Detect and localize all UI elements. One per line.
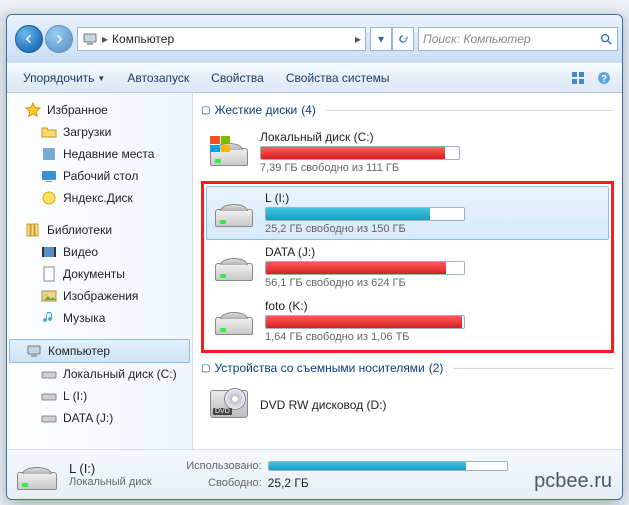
free-label: Свободно:: [172, 477, 262, 489]
drive-item[interactable]: Локальный диск (C:) 7,39 ГБ свободно из 1…: [201, 125, 618, 179]
breadcrumb[interactable]: ▸ Компьютер ▸: [77, 27, 366, 51]
sidebar-item-music[interactable]: Музыка: [7, 307, 192, 329]
section-removable[interactable]: ▢ Устройства со съемными носителями (2): [197, 359, 618, 377]
drive-item[interactable]: foto (K:) 1,64 ГБ свободно из 1,06 ТБ: [206, 294, 609, 348]
svg-text:?: ?: [601, 74, 607, 85]
drive-status: 56,1 ГБ свободно из 624 ГБ: [265, 277, 602, 289]
breadcrumb-path[interactable]: Компьютер: [112, 32, 351, 46]
drive-icon: [41, 388, 57, 404]
sidebar-item-disk-i[interactable]: L (I:): [7, 385, 192, 407]
back-button[interactable]: [15, 25, 43, 53]
drive-name: L (I:): [265, 191, 602, 205]
watermark: pcbee.ru: [534, 470, 612, 493]
system-properties-button[interactable]: Свойства системы: [276, 67, 400, 89]
details-title: L (I:): [69, 461, 152, 476]
drive-item[interactable]: L (I:) 25,2 ГБ свободно из 150 ГБ: [206, 186, 609, 240]
video-icon: [41, 244, 57, 260]
free-value: 25,2 ГБ: [268, 476, 309, 490]
music-icon: [41, 310, 57, 326]
drive-name: DATA (J:): [265, 245, 602, 259]
sidebar: Избранное Загрузки Недавние места Рабочи…: [7, 93, 193, 449]
drive-status: 7,39 ГБ свободно из 111 ГБ: [260, 162, 611, 174]
refresh-button[interactable]: [392, 27, 414, 51]
capacity-bar: [265, 315, 465, 329]
sidebar-item-yandexdisk[interactable]: Яндекс.Диск: [7, 187, 192, 209]
computer-icon: [26, 343, 42, 359]
collapse-icon: ▢: [201, 363, 210, 374]
computer-icon: [82, 31, 98, 47]
toolbar: Упорядочить▼ Автозапуск Свойства Свойств…: [7, 63, 622, 93]
hdd-icon: [213, 249, 255, 285]
sidebar-item-desktop[interactable]: Рабочий стол: [7, 165, 192, 187]
hdd-icon: [213, 195, 255, 231]
sidebar-item-documents[interactable]: Документы: [7, 263, 192, 285]
drive-status: 1,64 ГБ свободно из 1,06 ТБ: [265, 331, 602, 343]
sidebar-libraries[interactable]: Библиотеки: [7, 219, 192, 241]
desktop-icon: [41, 168, 57, 184]
capacity-bar: [260, 146, 460, 160]
chevron-right-icon: ▸: [102, 32, 108, 46]
drive-item-dvd[interactable]: DVD DVD RW дисковод (D:): [201, 383, 618, 429]
autorun-button[interactable]: Автозапуск: [117, 67, 199, 89]
highlight-annotation: L (I:) 25,2 ГБ свободно из 150 ГБ DATA (J:…: [201, 181, 614, 353]
sidebar-item-video[interactable]: Видео: [7, 241, 192, 263]
sidebar-item-disk-c[interactable]: Локальный диск (C:): [7, 363, 192, 385]
capacity-bar: [265, 207, 465, 221]
drive-status: 25,2 ГБ свободно из 150 ГБ: [265, 223, 602, 235]
forward-button[interactable]: [45, 25, 73, 53]
chevron-right-icon: ▸: [355, 32, 361, 46]
hdd-icon: [213, 303, 255, 339]
sidebar-item-recent[interactable]: Недавние места: [7, 143, 192, 165]
dvd-icon: DVD: [208, 388, 250, 424]
capacity-bar: [265, 261, 465, 275]
section-hard-drives[interactable]: ▢ Жесткие диски (4): [197, 101, 618, 119]
used-label: Использовано:: [172, 460, 262, 472]
view-button[interactable]: [566, 66, 590, 90]
folder-icon: [41, 124, 57, 140]
drive-name: Локальный диск (C:): [260, 130, 611, 144]
documents-icon: [41, 266, 57, 282]
search-input[interactable]: Поиск: Компьютер: [418, 27, 618, 51]
organize-button[interactable]: Упорядочить▼: [13, 67, 115, 89]
sidebar-item-images[interactable]: Изображения: [7, 285, 192, 307]
details-subtitle: Локальный диск: [69, 476, 152, 488]
titlebar: ▸ Компьютер ▸ ▾ Поиск: Компьютер: [7, 15, 622, 63]
sidebar-favorites[interactable]: Избранное: [7, 99, 192, 121]
recent-icon: [41, 146, 57, 162]
star-icon: [25, 102, 41, 118]
drive-item[interactable]: DATA (J:) 56,1 ГБ свободно из 624 ГБ: [206, 240, 609, 294]
drive-icon: [15, 456, 59, 494]
search-placeholder: Поиск: Компьютер: [423, 32, 595, 46]
history-dropdown[interactable]: ▾: [370, 27, 392, 51]
images-icon: [41, 288, 57, 304]
drive-icon: [41, 410, 57, 426]
properties-button[interactable]: Свойства: [201, 67, 274, 89]
main-content: ▢ Жесткие диски (4) Локальный диск (C:) 7…: [193, 93, 622, 449]
drive-icon: [41, 366, 57, 382]
drive-name: foto (K:): [265, 299, 602, 313]
sidebar-computer[interactable]: Компьютер: [9, 339, 190, 363]
library-icon: [25, 222, 41, 238]
usage-bar: [268, 461, 508, 471]
yandex-icon: [41, 190, 57, 206]
details-pane: L (I:) Локальный диск Использовано: Своб…: [7, 449, 622, 499]
help-button[interactable]: ?: [592, 66, 616, 90]
explorer-window: ─ ☐ ✕ ▸ Компьютер ▸ ▾ Поиск: Компьютер: [6, 14, 623, 500]
hdd-icon: [208, 134, 250, 170]
collapse-icon: ▢: [201, 105, 210, 116]
search-icon: [599, 32, 613, 46]
sidebar-item-downloads[interactable]: Загрузки: [7, 121, 192, 143]
sidebar-item-disk-j[interactable]: DATA (J:): [7, 407, 192, 429]
